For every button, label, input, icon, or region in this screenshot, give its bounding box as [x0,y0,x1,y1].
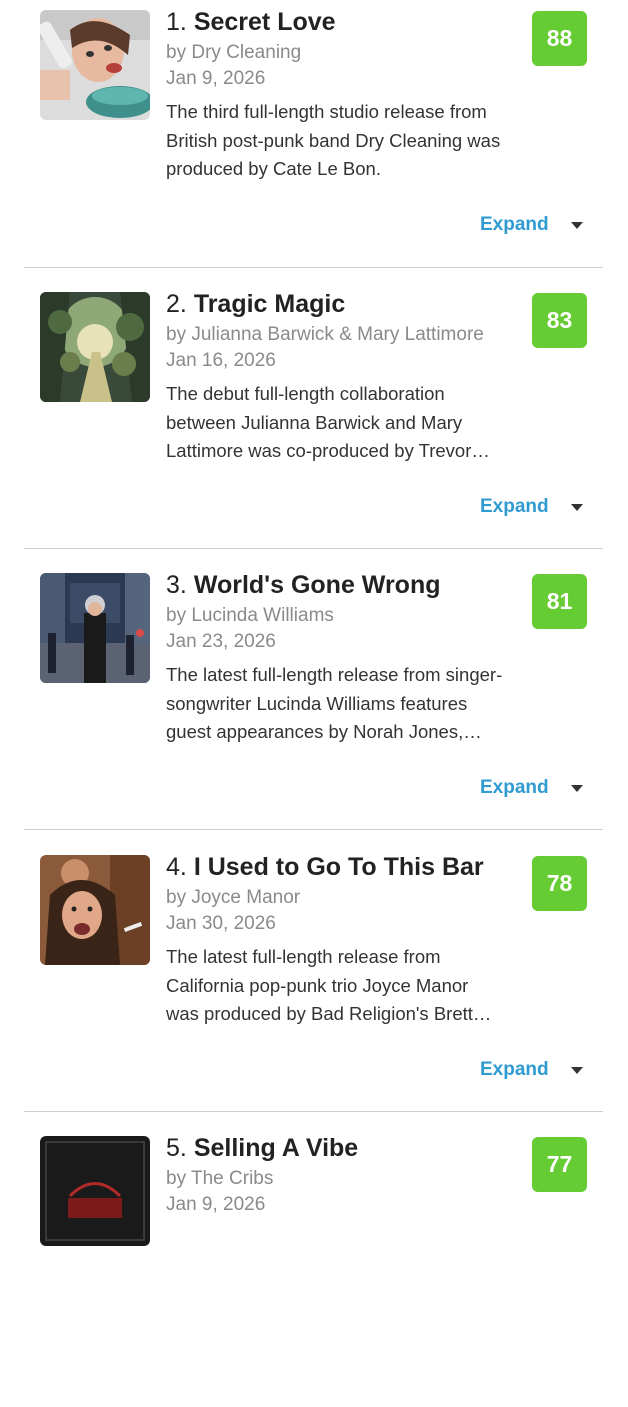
album-artist[interactable]: by Lucinda Williams [166,605,334,627]
album-item: 4. I Used to Go To This Bar by Joyce Man… [0,845,628,1126]
chevron-down-icon [570,784,583,792]
release-date: Jan 23, 2026 [166,631,276,652]
expand-button[interactable]: Expand [480,495,583,519]
album-item: 5. Selling A Vibe by The Cribs Jan 9, 20… [0,1126,628,1407]
expand-button[interactable]: Expand [480,1058,583,1082]
release-date: Jan 9, 2026 [166,1194,266,1215]
metascore-badge[interactable]: 83 [532,293,587,348]
metascore-badge[interactable]: 78 [532,856,587,911]
album-item: 1. Secret Love by Dry Cleaning Jan 9, 20… [0,0,628,281]
chevron-down-icon [570,221,583,229]
divider [24,548,603,549]
metascore-badge[interactable]: 77 [532,1137,587,1192]
album-artist[interactable]: by Dry Cleaning [166,42,301,64]
album-artist[interactable]: by Joyce Manor [166,887,300,909]
album-cover[interactable] [40,10,150,120]
album-cover[interactable] [40,855,150,965]
release-date: Jan 9, 2026 [166,68,266,89]
divider [24,829,603,830]
expand-button[interactable]: Expand [480,776,583,800]
album-description: The latest full-length release from Cali… [166,946,492,1024]
album-title[interactable]: 5. Selling A Vibe [166,1134,358,1163]
release-date: Jan 30, 2026 [166,913,276,934]
album-cover[interactable] [40,292,150,402]
expand-button[interactable]: Expand [480,213,583,237]
chevron-down-icon [570,1066,583,1074]
album-artist[interactable]: by Julianna Barwick & Mary Lattimore [166,324,484,346]
expand-label: Expand [480,1059,549,1080]
expand-label: Expand [480,496,549,517]
album-title[interactable]: 2. Tragic Magic [166,290,345,319]
expand-label: Expand [480,214,549,235]
album-title[interactable]: 4. I Used to Go To This Bar [166,853,484,882]
album-cover[interactable] [40,1136,150,1246]
divider [24,1111,603,1112]
album-item: 3. World's Gone Wrong by Lucinda William… [0,563,628,844]
album-title[interactable]: 3. World's Gone Wrong [166,571,441,600]
album-artist[interactable]: by The Cribs [166,1168,273,1190]
expand-label: Expand [480,777,549,798]
album-title[interactable]: 1. Secret Love [166,8,336,37]
metascore-badge[interactable]: 88 [532,11,587,66]
album-cover[interactable] [40,573,150,683]
album-description: The latest full-length release from sing… [166,664,503,742]
metascore-badge[interactable]: 81 [532,574,587,629]
album-description: The third full-length studio release fro… [166,101,501,179]
album-item: 2. Tragic Magic by Julianna Barwick & Ma… [0,282,628,563]
release-date: Jan 16, 2026 [166,350,276,371]
divider [24,267,603,268]
chevron-down-icon [570,503,583,511]
album-description: The debut full-length collaboration betw… [166,383,490,461]
